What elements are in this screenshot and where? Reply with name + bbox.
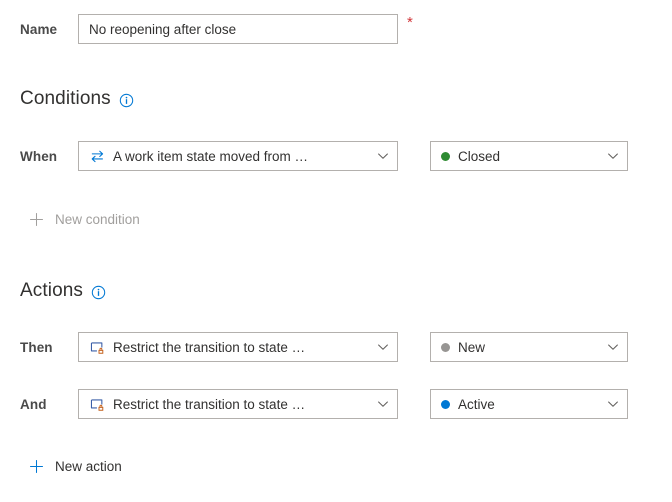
action-value-dropdown[interactable]: Active — [430, 389, 628, 419]
condition-value-text: Closed — [458, 148, 501, 164]
condition-rule-text: A work item state moved from … — [113, 148, 309, 164]
action-rule-dropdown[interactable]: Restrict the transition to state … — [78, 332, 398, 362]
info-icon[interactable] — [119, 93, 134, 108]
chevron-down-icon — [605, 396, 621, 412]
chevron-down-icon — [375, 148, 391, 164]
action-value-dropdown[interactable]: New — [430, 332, 628, 362]
action-rule-text: Restrict the transition to state … — [113, 396, 306, 412]
name-label: Name — [20, 21, 58, 37]
chevron-down-icon — [375, 339, 391, 355]
info-icon[interactable] — [91, 285, 106, 300]
action-row-then: Then Restrict the transition to state … … — [20, 332, 628, 362]
chevron-down-icon — [375, 396, 391, 412]
conditions-section-heading: Conditions — [20, 88, 134, 110]
new-condition-button[interactable]: New condition — [22, 207, 146, 231]
required-asterisk: * — [407, 14, 413, 31]
conditions-heading-text: Conditions — [20, 88, 111, 109]
new-action-button[interactable]: New action — [22, 454, 128, 478]
action-rule-text: Restrict the transition to state … — [113, 339, 306, 355]
new-condition-label: New condition — [55, 211, 140, 227]
action-row-and: And Restrict the transition to state … A… — [20, 389, 628, 419]
when-label: When — [20, 148, 58, 164]
action-value-text: Active — [458, 396, 495, 412]
condition-row-when: When A work item state moved from … Clos… — [20, 141, 628, 171]
chevron-down-icon — [605, 148, 621, 164]
actions-section-heading: Actions — [20, 280, 106, 302]
transition-arrows-icon — [89, 148, 106, 165]
chevron-down-icon — [605, 339, 621, 355]
condition-value-dropdown[interactable]: Closed — [430, 141, 628, 171]
name-input[interactable] — [78, 14, 398, 44]
restrict-transition-icon — [89, 339, 106, 356]
status-dot-closed — [441, 151, 450, 161]
status-dot-new — [441, 342, 450, 352]
action-rule-dropdown[interactable]: Restrict the transition to state … — [78, 389, 398, 419]
actions-heading-text: Actions — [20, 280, 84, 301]
plus-icon — [28, 458, 44, 474]
action-value-text: New — [458, 339, 486, 355]
status-dot-active — [441, 399, 450, 409]
restrict-transition-icon — [89, 396, 106, 413]
name-field-row: Name * — [20, 14, 413, 44]
condition-rule-dropdown[interactable]: A work item state moved from … — [78, 141, 398, 171]
plus-icon — [28, 211, 44, 227]
then-label: Then — [20, 339, 53, 355]
new-action-label: New action — [55, 458, 122, 474]
and-label: And — [20, 396, 47, 412]
